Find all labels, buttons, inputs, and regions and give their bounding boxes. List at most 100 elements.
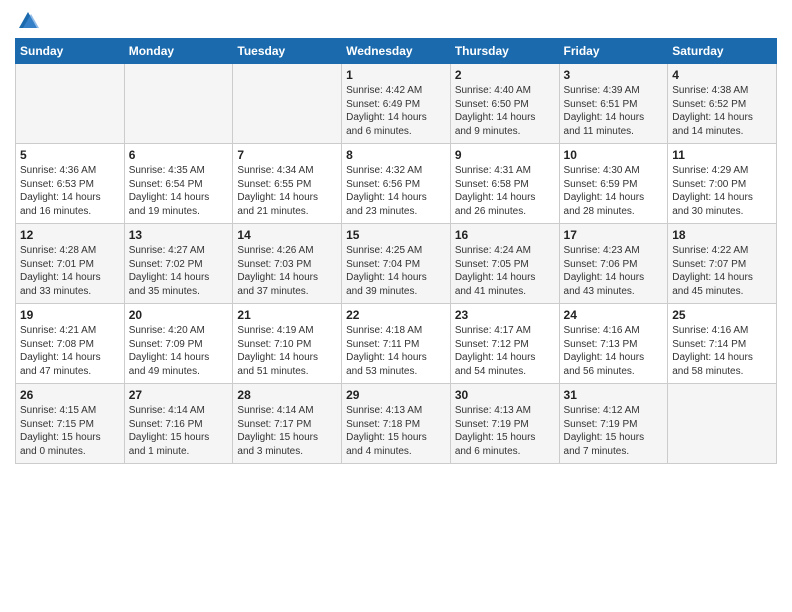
calendar-cell xyxy=(124,64,233,144)
day-info: Sunrise: 4:38 AM Sunset: 6:52 PM Dayligh… xyxy=(672,84,772,138)
day-info: Sunrise: 4:16 AM Sunset: 7:14 PM Dayligh… xyxy=(672,324,772,378)
day-number: 9 xyxy=(455,148,555,162)
calendar-cell: 8 Sunrise: 4:32 AM Sunset: 6:56 PM Daylig… xyxy=(342,144,451,224)
calendar-cell: 12Sunrise: 4:28 AM Sunset: 7:01 PM Dayli… xyxy=(16,224,125,304)
calendar-cell: 27 Sunrise: 4:14 AM Sunset: 7:16 PM Dayli… xyxy=(124,384,233,464)
day-info: Sunrise: 4:15 AM Sunset: 7:15 PM Dayligh… xyxy=(20,404,120,458)
calendar-week-row: 19 Sunrise: 4:21 AM Sunset: 7:08 PM Dayli… xyxy=(16,304,777,384)
day-info: Sunrise: 4:20 AM Sunset: 7:09 PM Dayligh… xyxy=(129,324,229,378)
day-number: 16 xyxy=(455,228,555,242)
day-info: Sunrise: 4:34 AM Sunset: 6:55 PM Dayligh… xyxy=(237,164,337,218)
logo xyxy=(15,10,39,32)
calendar-cell: 5 Sunrise: 4:36 AM Sunset: 6:53 PM Daylig… xyxy=(16,144,125,224)
day-number: 1 xyxy=(346,68,446,82)
day-number: 23 xyxy=(455,308,555,322)
calendar-header-saturday: Saturday xyxy=(668,39,777,64)
day-info: Sunrise: 4:31 AM Sunset: 6:58 PM Dayligh… xyxy=(455,164,555,218)
calendar-cell xyxy=(16,64,125,144)
calendar-cell: 9 Sunrise: 4:31 AM Sunset: 6:58 PM Daylig… xyxy=(450,144,559,224)
day-number: 22 xyxy=(346,308,446,322)
calendar-cell xyxy=(668,384,777,464)
day-info: Sunrise: 4:13 AM Sunset: 7:18 PM Dayligh… xyxy=(346,404,446,458)
day-info: Sunrise: 4:24 AM Sunset: 7:05 PM Dayligh… xyxy=(455,244,555,298)
day-number: 28 xyxy=(237,388,337,402)
day-number: 30 xyxy=(455,388,555,402)
day-info: Sunrise: 4:13 AM Sunset: 7:19 PM Dayligh… xyxy=(455,404,555,458)
day-info: Sunrise: 4:23 AM Sunset: 7:06 PM Dayligh… xyxy=(564,244,664,298)
day-number: 19 xyxy=(20,308,120,322)
day-info: Sunrise: 4:42 AM Sunset: 6:49 PM Dayligh… xyxy=(346,84,446,138)
calendar-cell: 23 Sunrise: 4:17 AM Sunset: 7:12 PM Dayli… xyxy=(450,304,559,384)
day-number: 27 xyxy=(129,388,229,402)
day-number: 17 xyxy=(564,228,664,242)
calendar-week-row: 12Sunrise: 4:28 AM Sunset: 7:01 PM Dayli… xyxy=(16,224,777,304)
calendar-cell: 13 Sunrise: 4:27 AM Sunset: 7:02 PM Dayli… xyxy=(124,224,233,304)
calendar-cell: 11Sunrise: 4:29 AM Sunset: 7:00 PM Dayli… xyxy=(668,144,777,224)
day-number: 3 xyxy=(564,68,664,82)
calendar-cell: 21 Sunrise: 4:19 AM Sunset: 7:10 PM Dayli… xyxy=(233,304,342,384)
calendar-header-wednesday: Wednesday xyxy=(342,39,451,64)
day-number: 25 xyxy=(672,308,772,322)
calendar-cell: 10Sunrise: 4:30 AM Sunset: 6:59 PM Dayli… xyxy=(559,144,668,224)
calendar-cell: 6 Sunrise: 4:35 AM Sunset: 6:54 PM Daylig… xyxy=(124,144,233,224)
calendar-header-monday: Monday xyxy=(124,39,233,64)
day-number: 14 xyxy=(237,228,337,242)
calendar-cell: 4Sunrise: 4:38 AM Sunset: 6:52 PM Daylig… xyxy=(668,64,777,144)
calendar-cell: 1 Sunrise: 4:42 AM Sunset: 6:49 PM Daylig… xyxy=(342,64,451,144)
day-number: 13 xyxy=(129,228,229,242)
calendar-cell: 30 Sunrise: 4:13 AM Sunset: 7:19 PM Dayli… xyxy=(450,384,559,464)
day-number: 15 xyxy=(346,228,446,242)
day-info: Sunrise: 4:17 AM Sunset: 7:12 PM Dayligh… xyxy=(455,324,555,378)
day-info: Sunrise: 4:16 AM Sunset: 7:13 PM Dayligh… xyxy=(564,324,664,378)
day-number: 7 xyxy=(237,148,337,162)
calendar-cell: 19 Sunrise: 4:21 AM Sunset: 7:08 PM Dayli… xyxy=(16,304,125,384)
calendar-cell: 29 Sunrise: 4:13 AM Sunset: 7:18 PM Dayli… xyxy=(342,384,451,464)
day-info: Sunrise: 4:36 AM Sunset: 6:53 PM Dayligh… xyxy=(20,164,120,218)
calendar-cell: 20 Sunrise: 4:20 AM Sunset: 7:09 PM Dayli… xyxy=(124,304,233,384)
day-info: Sunrise: 4:19 AM Sunset: 7:10 PM Dayligh… xyxy=(237,324,337,378)
day-number: 6 xyxy=(129,148,229,162)
day-info: Sunrise: 4:35 AM Sunset: 6:54 PM Dayligh… xyxy=(129,164,229,218)
calendar-header-thursday: Thursday xyxy=(450,39,559,64)
day-number: 29 xyxy=(346,388,446,402)
day-number: 12 xyxy=(20,228,120,242)
day-info: Sunrise: 4:14 AM Sunset: 7:17 PM Dayligh… xyxy=(237,404,337,458)
calendar-cell: 18 Sunrise: 4:22 AM Sunset: 7:07 PM Dayli… xyxy=(668,224,777,304)
day-info: Sunrise: 4:12 AM Sunset: 7:19 PM Dayligh… xyxy=(564,404,664,458)
day-info: Sunrise: 4:25 AM Sunset: 7:04 PM Dayligh… xyxy=(346,244,446,298)
day-number: 31 xyxy=(564,388,664,402)
day-number: 2 xyxy=(455,68,555,82)
day-number: 18 xyxy=(672,228,772,242)
day-info: Sunrise: 4:22 AM Sunset: 7:07 PM Dayligh… xyxy=(672,244,772,298)
calendar-week-row: 1 Sunrise: 4:42 AM Sunset: 6:49 PM Daylig… xyxy=(16,64,777,144)
calendar-header-sunday: Sunday xyxy=(16,39,125,64)
calendar-cell xyxy=(233,64,342,144)
day-number: 8 xyxy=(346,148,446,162)
calendar-table: SundayMondayTuesdayWednesdayThursdayFrid… xyxy=(15,38,777,464)
calendar-week-row: 26Sunrise: 4:15 AM Sunset: 7:15 PM Dayli… xyxy=(16,384,777,464)
calendar-cell: 24 Sunrise: 4:16 AM Sunset: 7:13 PM Dayli… xyxy=(559,304,668,384)
calendar-cell: 17 Sunrise: 4:23 AM Sunset: 7:06 PM Dayli… xyxy=(559,224,668,304)
calendar-cell: 2 Sunrise: 4:40 AM Sunset: 6:50 PM Daylig… xyxy=(450,64,559,144)
day-info: Sunrise: 4:21 AM Sunset: 7:08 PM Dayligh… xyxy=(20,324,120,378)
day-number: 20 xyxy=(129,308,229,322)
day-number: 24 xyxy=(564,308,664,322)
day-info: Sunrise: 4:14 AM Sunset: 7:16 PM Dayligh… xyxy=(129,404,229,458)
day-number: 5 xyxy=(20,148,120,162)
calendar-cell: 26Sunrise: 4:15 AM Sunset: 7:15 PM Dayli… xyxy=(16,384,125,464)
day-number: 10 xyxy=(564,148,664,162)
day-info: Sunrise: 4:27 AM Sunset: 7:02 PM Dayligh… xyxy=(129,244,229,298)
day-number: 21 xyxy=(237,308,337,322)
calendar-cell: 7 Sunrise: 4:34 AM Sunset: 6:55 PM Daylig… xyxy=(233,144,342,224)
calendar-cell: 14 Sunrise: 4:26 AM Sunset: 7:03 PM Dayli… xyxy=(233,224,342,304)
day-info: Sunrise: 4:39 AM Sunset: 6:51 PM Dayligh… xyxy=(564,84,664,138)
day-info: Sunrise: 4:32 AM Sunset: 6:56 PM Dayligh… xyxy=(346,164,446,218)
day-info: Sunrise: 4:29 AM Sunset: 7:00 PM Dayligh… xyxy=(672,164,772,218)
calendar-cell: 15 Sunrise: 4:25 AM Sunset: 7:04 PM Dayli… xyxy=(342,224,451,304)
calendar-cell: 31 Sunrise: 4:12 AM Sunset: 7:19 PM Dayli… xyxy=(559,384,668,464)
calendar-cell: 16 Sunrise: 4:24 AM Sunset: 7:05 PM Dayli… xyxy=(450,224,559,304)
day-info: Sunrise: 4:26 AM Sunset: 7:03 PM Dayligh… xyxy=(237,244,337,298)
day-info: Sunrise: 4:40 AM Sunset: 6:50 PM Dayligh… xyxy=(455,84,555,138)
calendar-week-row: 5 Sunrise: 4:36 AM Sunset: 6:53 PM Daylig… xyxy=(16,144,777,224)
day-info: Sunrise: 4:18 AM Sunset: 7:11 PM Dayligh… xyxy=(346,324,446,378)
